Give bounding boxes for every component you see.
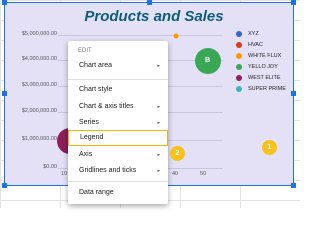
legend-label: WEST ELITE [248, 75, 281, 81]
step-badge-1: 1 [262, 140, 277, 155]
menu-divider [68, 181, 168, 182]
menu-item-gridlines-ticks[interactable]: Gridlines and ticks ▸ [68, 163, 168, 179]
legend-item[interactable]: HVAC [236, 42, 263, 48]
menu-item-legend[interactable]: Legend [68, 130, 168, 146]
menu-divider [68, 79, 168, 80]
menu-item-label: Chart area [79, 62, 113, 69]
legend-label: SUPER PRIME [248, 86, 286, 92]
legend-label: YELLO JOY [248, 64, 278, 70]
legend-label: WHITE FLUX [248, 53, 282, 59]
menu-item-chart-axis-titles[interactable]: Chart & axis titles ▸ [68, 99, 168, 115]
legend-item[interactable]: SUPER PRIME [236, 86, 286, 92]
submenu-arrow-icon: ▸ [157, 104, 160, 110]
menu-item-axis[interactable]: Axis ▸ [68, 147, 168, 163]
menu-header: EDIT [78, 48, 92, 54]
legend-item[interactable]: WHITE FLUX [236, 53, 281, 59]
menu-item-label: Data range [79, 189, 114, 196]
legend-color-dot [236, 53, 242, 59]
step-badge-2: 2 [170, 146, 185, 161]
menu-item-label: Legend [80, 134, 104, 141]
menu-item-label: Chart style [79, 86, 113, 93]
legend-label: HVAC [248, 42, 263, 48]
legend-color-dot [236, 42, 242, 48]
menu-item-label: Series [79, 119, 99, 126]
submenu-arrow-icon: ▸ [157, 120, 160, 126]
legend-item[interactable]: XYZ [236, 31, 259, 37]
chart-edit-context-menu: EDIT Chart area ▸ Chart style Chart & ax… [68, 41, 168, 204]
bubble-label: B [205, 57, 211, 64]
submenu-arrow-icon: ▸ [157, 63, 160, 69]
menu-item-chart-area[interactable]: Chart area ▸ [68, 58, 168, 74]
legend-color-dot [236, 75, 242, 81]
submenu-arrow-icon: ▸ [157, 168, 160, 174]
legend-label: XYZ [248, 31, 259, 37]
submenu-arrow-icon: ▸ [157, 152, 160, 158]
menu-item-series[interactable]: Series ▸ [68, 115, 168, 131]
legend-item[interactable]: YELLO JOY [236, 64, 278, 70]
legend-color-dot [236, 64, 242, 70]
legend-color-dot [236, 31, 242, 37]
menu-item-chart-style[interactable]: Chart style [68, 82, 168, 98]
legend-item[interactable]: WEST ELITE [236, 75, 281, 81]
legend-color-dot [236, 86, 242, 92]
bubble-white-flux[interactable] [173, 33, 179, 39]
menu-item-label: Chart & axis titles [79, 103, 134, 110]
menu-item-label: Axis [79, 151, 93, 158]
menu-item-data-range[interactable]: Data range [68, 185, 168, 201]
menu-item-label: Gridlines and ticks [79, 167, 137, 174]
